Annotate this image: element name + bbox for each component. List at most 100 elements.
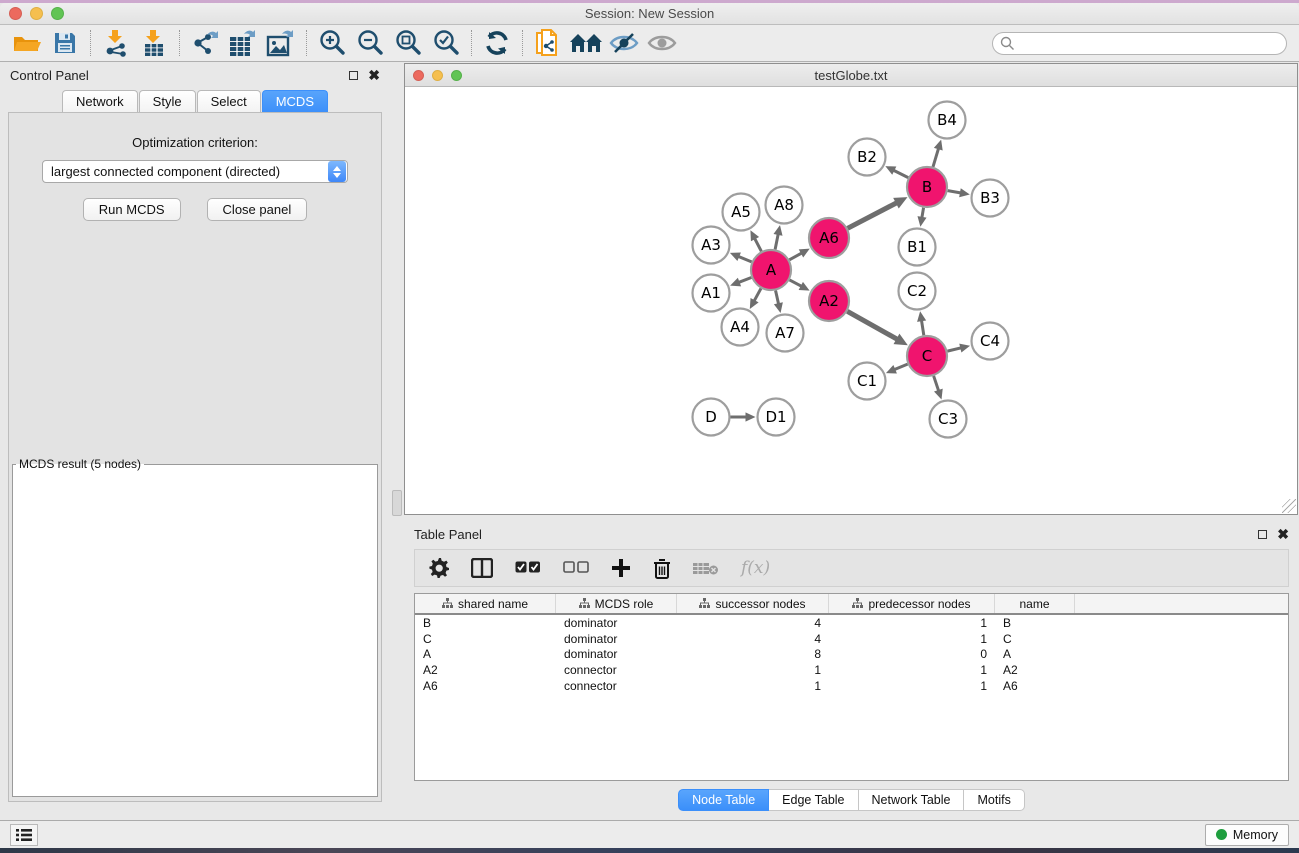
table-cell[interactable]: A6 — [415, 679, 556, 693]
table-row[interactable]: A2connector11A2 — [415, 662, 1288, 678]
table-cell[interactable]: A2 — [995, 663, 1075, 677]
export-table-button[interactable] — [224, 27, 262, 59]
table-cell[interactable]: dominator — [556, 647, 677, 661]
control-panel-close-icon[interactable]: ✖ — [368, 70, 380, 80]
table-cell[interactable]: 4 — [677, 632, 829, 646]
memory-button[interactable]: Memory — [1205, 824, 1289, 846]
graph-edge-A-A2[interactable] — [790, 280, 803, 287]
tab-network[interactable]: Network — [62, 90, 138, 112]
table-row[interactable]: Adominator80A — [415, 646, 1288, 662]
column-header-successor-nodes[interactable]: successor nodes — [677, 594, 829, 613]
table-cell[interactable]: 1 — [829, 679, 995, 693]
export-network-button[interactable] — [186, 27, 224, 59]
zoom-out-button[interactable] — [351, 27, 389, 59]
table-row[interactable]: Cdominator41C — [415, 631, 1288, 647]
vertical-split-handle[interactable] — [392, 490, 402, 516]
column-header-predecessor-nodes[interactable]: predecessor nodes — [829, 594, 995, 613]
table-cell[interactable]: A2 — [415, 663, 556, 677]
graph-edge-C-C1[interactable] — [893, 364, 907, 370]
duplicate-network-button[interactable] — [529, 27, 567, 59]
table-cell[interactable]: A — [415, 647, 556, 661]
show-graphics-details-button[interactable] — [643, 27, 681, 59]
graph-edge-B-B4[interactable] — [933, 147, 939, 167]
table-panel-close-icon[interactable]: ✖ — [1277, 529, 1289, 539]
import-table-button[interactable] — [135, 27, 173, 59]
zoom-selected-button[interactable] — [427, 27, 465, 59]
graph-edge-A6-B[interactable] — [848, 202, 898, 228]
zoom-in-button[interactable] — [313, 27, 351, 59]
column-header-label: shared name — [458, 597, 528, 611]
zoom-fit-button[interactable] — [389, 27, 427, 59]
graph-edge-C-C2[interactable] — [921, 319, 923, 335]
table-cell[interactable]: 1 — [829, 632, 995, 646]
tab-network-table[interactable]: Network Table — [859, 789, 965, 811]
graph-edge-A-A3[interactable] — [737, 256, 751, 262]
graph-edge-A-A1[interactable] — [738, 278, 752, 283]
table-cell[interactable]: connector — [556, 679, 677, 693]
table-cell[interactable]: A — [995, 647, 1075, 661]
table-cell[interactable]: 1 — [829, 663, 995, 677]
import-network-button[interactable] — [97, 27, 135, 59]
table-cell[interactable]: B — [415, 616, 556, 630]
hide-graphics-details-button[interactable] — [605, 27, 643, 59]
unselect-all-columns-button[interactable] — [563, 553, 589, 583]
apply-layout-button[interactable] — [478, 27, 516, 59]
table-panel-float-icon[interactable] — [1258, 530, 1267, 539]
graph-edge-A-A4[interactable] — [754, 288, 761, 302]
table-cell[interactable]: A6 — [995, 679, 1075, 693]
network-canvas[interactable]: B4B2BB3A8A5A6A3B1AC2A1A2A4A7C4CC1DD1C3 — [405, 87, 1297, 514]
tab-mcds[interactable]: MCDS — [262, 90, 328, 112]
table-cell[interactable]: C — [415, 632, 556, 646]
table-cell[interactable]: connector — [556, 663, 677, 677]
home-button[interactable] — [567, 27, 605, 59]
show-column-button[interactable] — [471, 553, 493, 583]
delete-column-button[interactable] — [653, 553, 671, 583]
close-panel-button[interactable]: Close panel — [207, 198, 308, 221]
search-input[interactable] — [992, 32, 1287, 55]
table-row[interactable]: Bdominator41B — [415, 615, 1288, 631]
graph-edge-B-B2[interactable] — [892, 170, 908, 178]
tab-select[interactable]: Select — [197, 90, 261, 112]
open-session-button[interactable] — [8, 27, 46, 59]
graph-edge-A-A5[interactable] — [754, 237, 761, 251]
network-graph[interactable]: B4B2BB3A8A5A6A3B1AC2A1A2A4A7C4CC1DD1C3 — [405, 87, 1297, 514]
graph-edge-B-B3[interactable] — [948, 191, 962, 193]
table-cell[interactable]: B — [995, 616, 1075, 630]
node-table[interactable]: shared name MCDS rolesuccessor nodesprede… — [414, 593, 1289, 781]
graph-edge-C-C4[interactable] — [947, 348, 962, 352]
column-header-name[interactable]: name — [995, 594, 1075, 613]
tab-node-table[interactable]: Node Table — [678, 789, 769, 811]
export-image-button[interactable] — [262, 27, 300, 59]
table-row[interactable]: A6connector11A6 — [415, 678, 1288, 694]
column-header-shared-name[interactable]: shared name — [415, 594, 556, 613]
mcds-result-list[interactable]: A2ABCA6 — [14, 471, 363, 473]
table-cell[interactable]: 8 — [677, 647, 829, 661]
table-cell[interactable]: dominator — [556, 616, 677, 630]
table-cell[interactable]: 1 — [829, 616, 995, 630]
graph-edge-A2-C[interactable] — [847, 311, 898, 340]
add-column-button[interactable] — [611, 553, 631, 583]
table-cell[interactable]: C — [995, 632, 1075, 646]
criterion-select[interactable]: largest connected component (directed) — [42, 160, 348, 183]
graph-edge-A-A6[interactable] — [789, 252, 802, 259]
table-settings-button[interactable] — [429, 553, 449, 583]
run-mcds-button[interactable]: Run MCDS — [83, 198, 181, 221]
table-cell[interactable]: 0 — [829, 647, 995, 661]
task-history-button[interactable] — [10, 824, 38, 846]
save-session-button[interactable] — [46, 27, 84, 59]
tab-style[interactable]: Style — [139, 90, 196, 112]
table-cell[interactable]: 1 — [677, 679, 829, 693]
graph-edge-C-C3[interactable] — [934, 376, 939, 392]
tab-motifs[interactable]: Motifs — [964, 789, 1024, 811]
graph-edge-A-A8[interactable] — [775, 233, 778, 249]
save-floppy-icon — [53, 31, 77, 55]
table-cell[interactable]: 4 — [677, 616, 829, 630]
tab-edge-table[interactable]: Edge Table — [769, 789, 858, 811]
column-header-MCDS-role[interactable]: MCDS role — [556, 594, 677, 613]
table-cell[interactable]: dominator — [556, 632, 677, 646]
graph-edge-A-A7[interactable] — [776, 290, 779, 305]
select-all-columns-button[interactable] — [515, 553, 541, 583]
control-panel-float-icon[interactable] — [349, 71, 358, 80]
table-cell[interactable]: 1 — [677, 663, 829, 677]
window-resize-grip[interactable] — [1282, 499, 1296, 513]
